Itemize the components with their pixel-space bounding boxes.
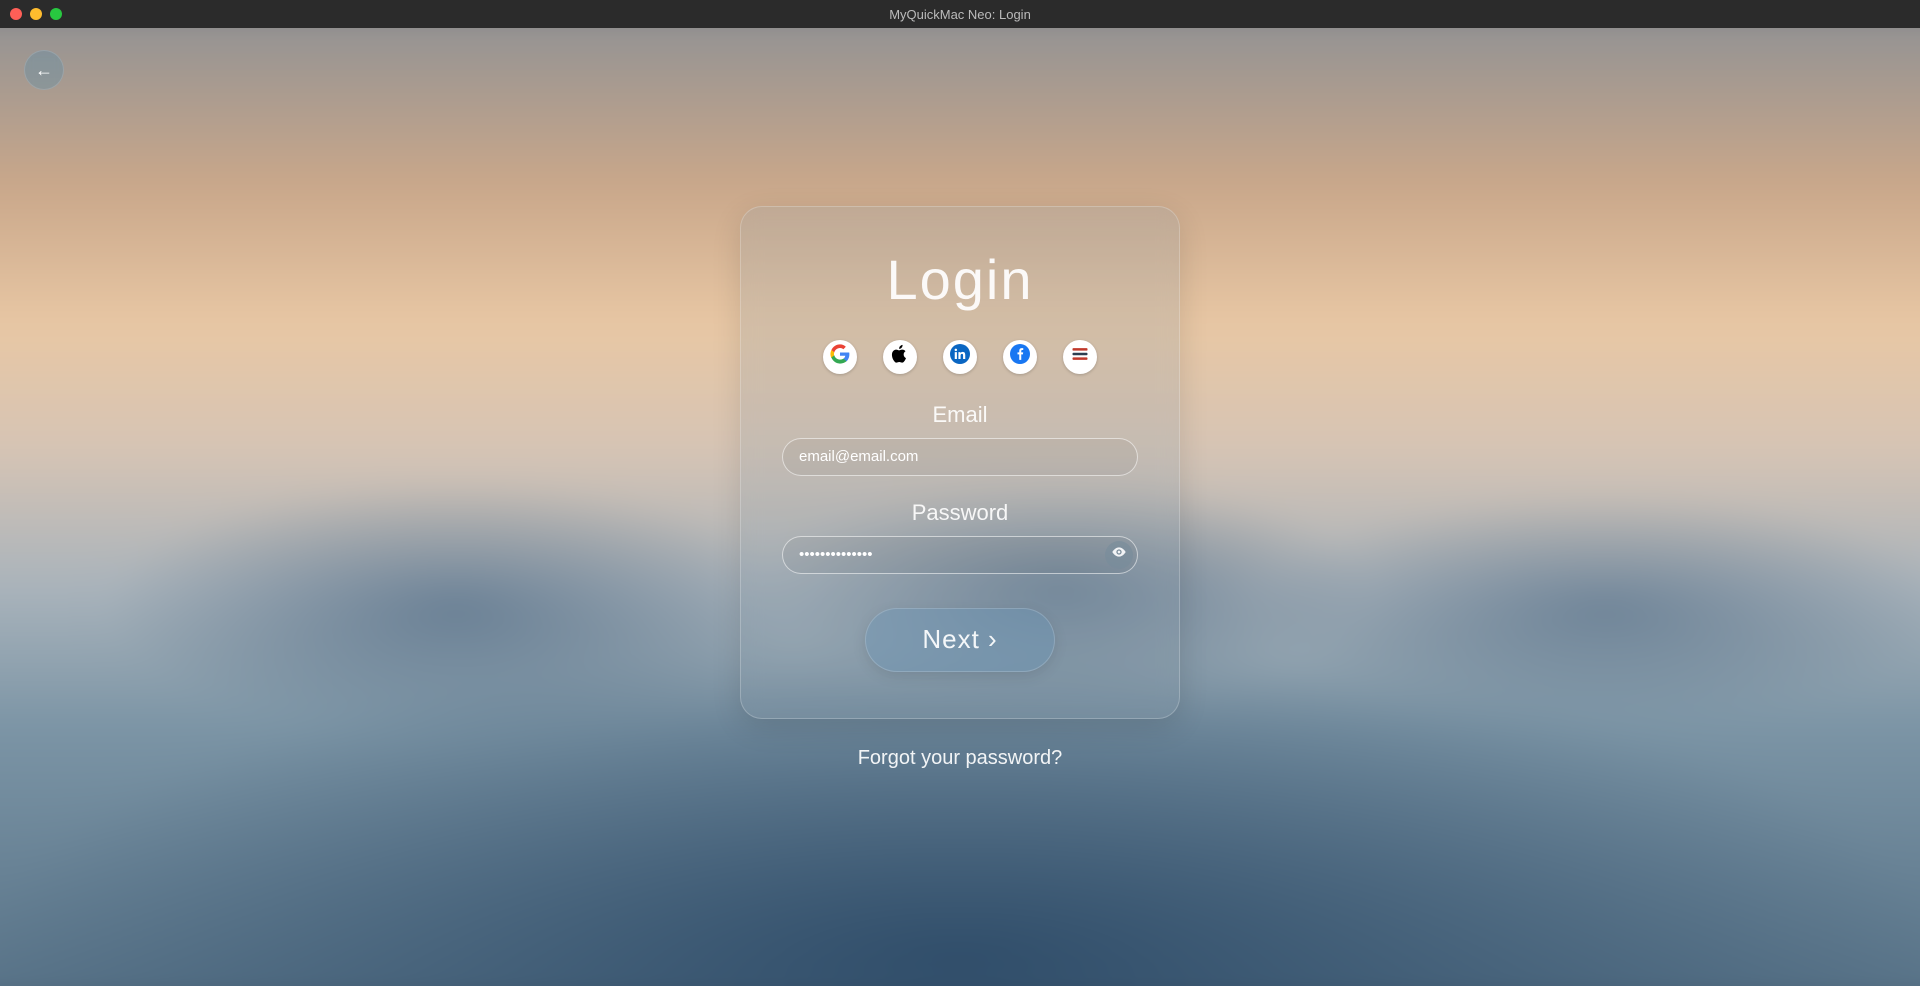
other-provider-icon (1070, 344, 1090, 369)
next-button-label: Next › (922, 624, 997, 655)
email-field-wrap (782, 438, 1138, 476)
center-container: Login (740, 206, 1180, 770)
email-label: Email (932, 402, 987, 428)
apple-login-button[interactable] (883, 340, 917, 374)
email-input[interactable] (782, 438, 1138, 476)
linkedin-icon (950, 344, 970, 369)
login-title: Login (886, 247, 1033, 312)
other-login-button[interactable] (1063, 340, 1097, 374)
minimize-window-button[interactable] (30, 8, 42, 20)
window-title: MyQuickMac Neo: Login (0, 7, 1920, 22)
app-window: MyQuickMac Neo: Login ← Login (0, 0, 1920, 986)
forgot-password-link[interactable]: Forgot your password? (858, 747, 1063, 770)
titlebar: MyQuickMac Neo: Login (0, 0, 1920, 28)
linkedin-login-button[interactable] (943, 340, 977, 374)
apple-icon (890, 344, 910, 369)
next-button[interactable]: Next › (865, 608, 1055, 672)
arrow-left-icon: ← (35, 60, 53, 81)
close-window-button[interactable] (10, 8, 22, 20)
back-button[interactable]: ← (24, 50, 64, 90)
password-label: Password (912, 500, 1009, 526)
toggle-password-visibility-button[interactable] (1105, 541, 1133, 569)
maximize-window-button[interactable] (50, 8, 62, 20)
login-card: Login (740, 206, 1180, 719)
google-login-button[interactable] (823, 340, 857, 374)
social-login-row (823, 340, 1097, 374)
google-icon (830, 344, 850, 369)
traffic-lights (10, 8, 62, 20)
eye-icon (1111, 544, 1127, 565)
password-field-wrap (782, 536, 1138, 574)
facebook-icon (1010, 344, 1030, 369)
password-input[interactable] (782, 536, 1138, 574)
content-area: ← Login (0, 28, 1920, 986)
facebook-login-button[interactable] (1003, 340, 1037, 374)
